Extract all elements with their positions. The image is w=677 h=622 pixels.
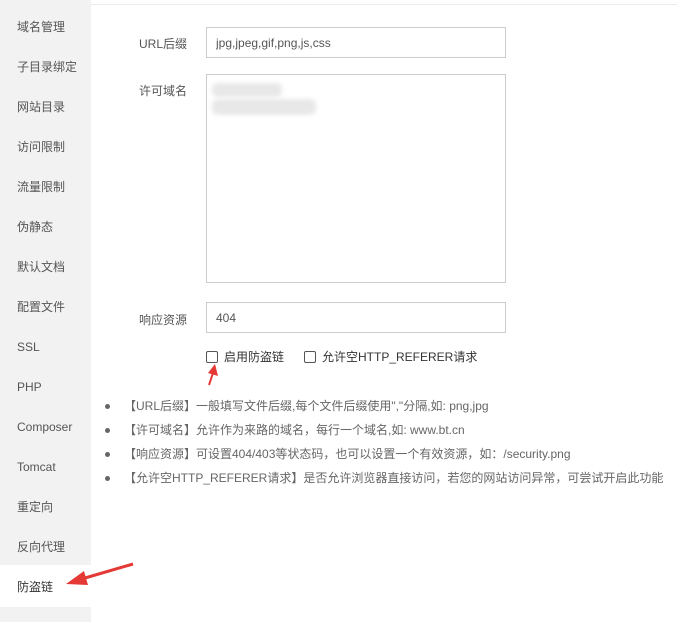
enable-hotlink-label: 启用防盗链 [224,350,285,364]
tip-text: 【URL后缀】一般填写文件后缀,每个文件后缀使用","分隔,如: png,jpg [124,399,489,413]
response-input[interactable] [206,302,506,333]
top-divider [91,4,677,5]
bullet-icon [105,428,110,433]
checkbox-box[interactable] [206,350,218,363]
tip-item: 【响应资源】可设置404/403等状态码，也可以设置一个有效资源，如：/secu… [105,442,663,466]
tip-text: 【响应资源】可设置404/403等状态码，也可以设置一个有效资源，如：/secu… [124,447,571,461]
sidebar-item-hotlink[interactable]: 防盗链 [0,565,91,607]
sidebar-item-rewrite[interactable]: 伪静态 [17,219,53,235]
redacted-domain-2 [212,99,316,115]
bullet-icon [105,452,110,457]
tip-item: 【允许空HTTP_REFERER请求】是否允许浏览器直接访问，若您的网站访问异常… [105,466,663,490]
sidebar-item-config-file[interactable]: 配置文件 [17,299,65,315]
sidebar-item-hotlink-label: 防盗链 [17,580,54,594]
allow-empty-referer-label: 允许空HTTP_REFERER请求 [322,350,478,364]
bullet-icon [105,404,110,409]
arrow-to-checkbox-icon [208,364,218,386]
response-label: 响应资源 [139,313,188,327]
sidebar-item-site-dir[interactable]: 网站目录 [17,99,65,115]
sidebar-item-subdir[interactable]: 子目录绑定 [17,59,77,75]
sidebar-item-ssl[interactable]: SSL [17,339,40,355]
sidebar-item-traffic-limit[interactable]: 流量限制 [17,179,65,195]
allow-empty-referer-checkbox[interactable]: 允许空HTTP_REFERER请求 [304,348,477,365]
url-suffix-label: URL后缀 [139,37,188,51]
sidebar-item-tomcat[interactable]: Tomcat [17,459,56,475]
sidebar-item-access-limit[interactable]: 访问限制 [17,139,65,155]
tip-text: 【允许空HTTP_REFERER请求】是否允许浏览器直接访问，若您的网站访问异常… [124,471,664,485]
sidebar-item-domain[interactable]: 域名管理 [17,19,65,35]
enable-hotlink-checkbox[interactable]: 启用防盗链 [206,348,284,365]
tip-text: 【许可域名】允许作为来路的域名，每行一个域名,如: www.bt.cn [124,423,465,437]
sidebar: 域名管理 子目录绑定 网站目录 访问限制 流量限制 伪静态 默认文档 配置文件 … [0,0,91,622]
bullet-icon [105,476,110,481]
sidebar-item-composer[interactable]: Composer [17,419,72,435]
sidebar-item-default-doc[interactable]: 默认文档 [17,259,65,275]
tip-item: 【许可域名】允许作为来路的域名，每行一个域名,如: www.bt.cn [105,418,663,442]
sidebar-item-redirect[interactable]: 重定向 [17,499,53,515]
url-suffix-input[interactable] [206,27,506,58]
allowed-domains-label: 许可域名 [139,84,188,98]
sidebar-item-php[interactable]: PHP [17,379,42,395]
tip-item: 【URL后缀】一般填写文件后缀,每个文件后缀使用","分隔,如: png,jpg [105,394,663,418]
help-tips-list: 【URL后缀】一般填写文件后缀,每个文件后缀使用","分隔,如: png,jpg… [105,394,663,490]
sidebar-item-reverse-proxy[interactable]: 反向代理 [17,539,65,555]
checkbox-box[interactable] [304,350,316,363]
redacted-domain-1 [212,83,282,97]
